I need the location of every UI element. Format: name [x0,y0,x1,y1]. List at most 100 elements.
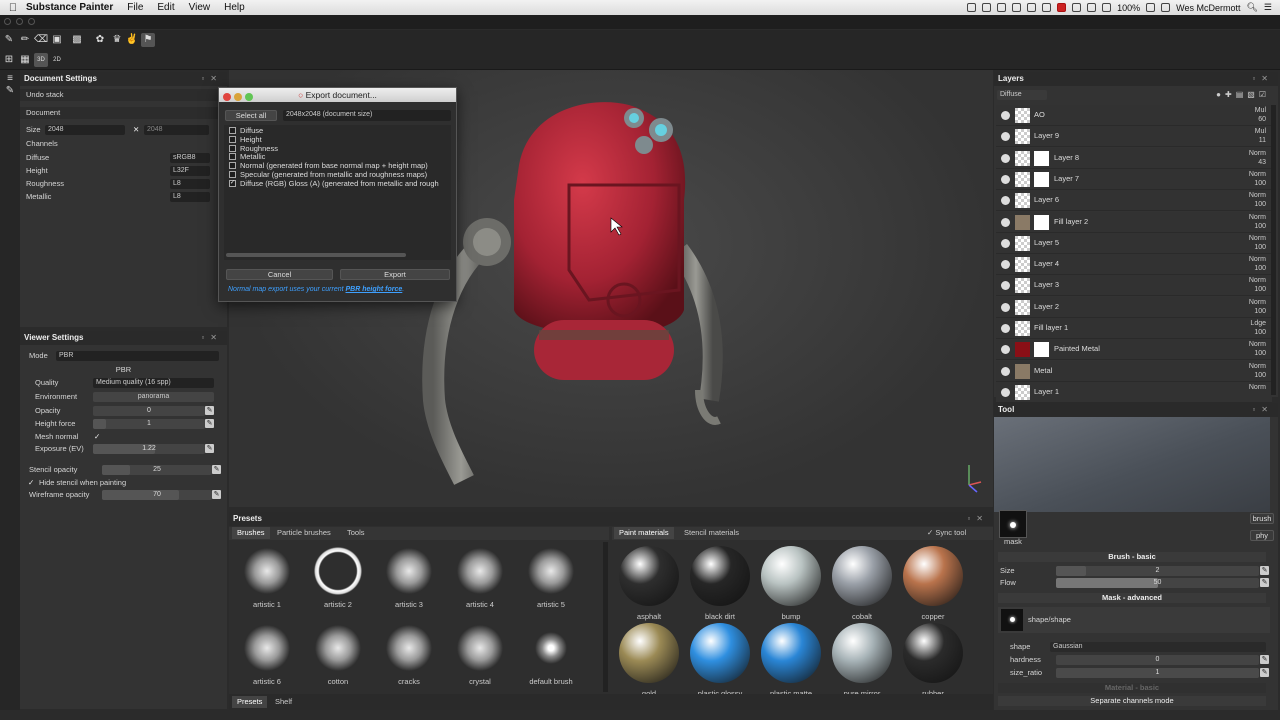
status-icon[interactable] [1072,3,1082,12]
menu-edit[interactable]: Edit [157,2,174,13]
exposure-slider[interactable]: 1.22 [93,444,205,454]
status-icon[interactable] [997,3,1007,12]
window-zoom-button[interactable] [28,18,35,25]
sync-tool-toggle[interactable]: ✓ Sync tool [922,527,971,539]
visibility-eye-icon[interactable] [1001,132,1010,142]
panel-controls[interactable]: ▫✕ [1252,72,1274,86]
checkbox-checked[interactable]: ✓ [229,180,236,187]
channel-select[interactable]: Diffuse [997,90,1047,100]
duplicate-icon[interactable]: ▧ [1247,90,1259,99]
link-size-icon[interactable]: ✕ [133,124,139,136]
brush-preset[interactable]: artistic 3 [379,546,439,609]
spotlight-icon[interactable]: 🔍︎ [1246,2,1257,13]
export-size-select[interactable]: 2048x2048 (document size) [283,110,451,121]
undo-stack-row[interactable]: Undo stack [20,89,227,101]
layer-blend-opacity[interactable]: Norm [1249,383,1266,392]
checkbox[interactable] [229,127,236,134]
eraser-icon[interactable]: ⌫ [34,33,48,47]
layer-row[interactable]: Metal Norm 100 [996,360,1272,382]
layer-row[interactable]: Painted Metal Norm 100 [996,339,1272,361]
layer-row[interactable]: Layer 4 Norm 100 [996,254,1272,276]
layer-blend-opacity[interactable]: Norm 100 [1249,276,1266,294]
record-icon[interactable] [1057,3,1067,12]
layer-row[interactable]: Layer 7 Norm 100 [996,168,1272,190]
horizontal-scrollbar[interactable] [226,253,406,257]
edit-icon[interactable]: ✎ [205,406,214,415]
edit-icon[interactable]: ✎ [1260,578,1269,587]
channel-format-select[interactable]: sRGB8 [170,153,210,163]
mode-select[interactable]: PBR [56,351,219,361]
edit-icon[interactable]: ✎ [205,444,214,453]
user-name[interactable]: Wes McDermott [1176,3,1240,13]
smudge-icon[interactable]: ✌ [125,33,139,47]
brush-preview[interactable] [994,417,1270,512]
layer-row[interactable]: Layer 6 Norm 100 [996,190,1272,212]
tab-stencil-materials[interactable]: Stencil materials [679,527,744,539]
dialog-zoom-button[interactable] [245,93,253,101]
tab-particle-brushes[interactable]: Particle brushes [272,527,336,539]
visibility-eye-icon[interactable] [1001,281,1010,291]
status-icon[interactable] [982,3,992,12]
material-basic-header[interactable]: Material - basic [998,683,1266,693]
visibility-eye-icon[interactable] [1001,387,1010,397]
fill-icon[interactable]: ▩ [70,33,84,47]
projection-icon[interactable]: ▣ [50,33,64,47]
edit-icon[interactable]: ✎ [212,490,221,499]
panel-controls[interactable]: ▫✕ [967,512,989,526]
brush-scrollbar[interactable] [603,542,608,692]
layer-row[interactable]: Layer 2 Norm 100 [996,296,1272,318]
add-fill-icon[interactable]: ✚ [1225,90,1236,99]
apple-menu-icon[interactable]:  [0,2,26,14]
visibility-eye-icon[interactable] [1001,217,1010,227]
delete-icon[interactable]: ☑ [1259,90,1270,99]
material-preset[interactable]: pure mirror [832,623,892,694]
status-icon[interactable] [1027,3,1037,12]
tab-shelf[interactable]: Shelf [270,696,297,708]
layer-row[interactable]: Layer 3 Norm 100 [996,275,1272,297]
edit-icon[interactable]: ✎ [1260,655,1269,664]
brush-preset[interactable]: cotton [308,623,368,686]
layer-row[interactable]: Layer 1 Norm [996,381,1272,403]
flow-slider[interactable]: 50 [1056,578,1259,588]
size-ratio-slider[interactable]: 1 [1056,668,1259,678]
window-minimize-button[interactable] [16,18,23,25]
visibility-eye-icon[interactable] [1001,324,1010,333]
shape-row[interactable]: shape/shape [998,607,1270,633]
channel-format-select[interactable]: L8 [170,192,210,202]
visibility-eye-icon[interactable] [1001,111,1010,120]
brush-button[interactable]: brush [1250,513,1274,524]
folder-icon[interactable]: ▤ [1236,90,1248,99]
display-icon[interactable] [1161,3,1171,12]
document-section-header[interactable]: Document [20,107,227,119]
material-preset[interactable]: plastic matte [761,623,821,694]
brush-preset[interactable]: artistic 5 [521,546,581,609]
brush-preset[interactable]: artistic 1 [237,546,297,609]
visibility-eye-icon[interactable] [1001,196,1010,206]
cancel-button[interactable]: Cancel [226,269,333,280]
picker-icon[interactable]: ⚑ [141,33,155,47]
wireframe-slider[interactable]: 70 [102,490,212,500]
physics-button[interactable]: phy [1250,530,1274,541]
brush-tool-icon[interactable]: ✏ [18,33,32,47]
battery-icon[interactable] [1146,3,1156,12]
mesh-normal-checkbox[interactable]: ✓ [94,431,100,443]
layer-blend-opacity[interactable]: Norm 100 [1249,255,1266,273]
tab-tools[interactable]: Tools [342,527,370,539]
quality-select[interactable]: Medium quality (16 spp) [93,378,214,388]
mask-thumbnail[interactable] [999,510,1027,538]
stencil-opacity-slider[interactable]: 25 [102,465,212,475]
material-preset[interactable]: gold [619,623,679,694]
channel-format-select[interactable]: L32F [170,166,210,176]
material-preset[interactable]: bump [761,546,821,621]
material-preset[interactable]: copper [903,546,963,621]
checkbox[interactable] [229,171,236,178]
hardness-slider[interactable]: 0 [1056,655,1259,665]
visibility-eye-icon[interactable] [1001,174,1010,184]
edit-icon[interactable]: ✎ [1260,668,1269,677]
brush-basic-header[interactable]: Brush - basic [998,552,1266,562]
layer-row[interactable]: Fill layer 2 Norm 100 [996,211,1272,233]
visibility-eye-icon[interactable] [1001,302,1010,312]
panel-controls[interactable]: ▫✕ [1252,403,1274,417]
window-close-button[interactable] [4,18,11,25]
material-preset[interactable]: asphalt [619,546,679,621]
